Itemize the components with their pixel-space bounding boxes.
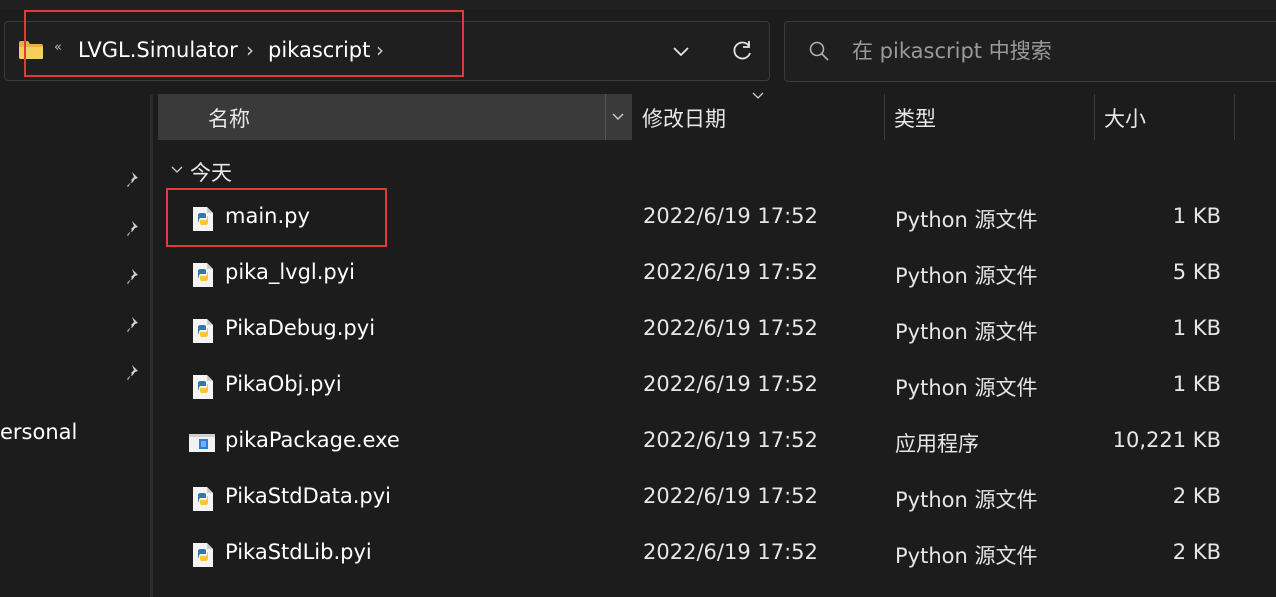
- python-file-icon: [193, 487, 213, 511]
- highlight-box: [166, 188, 387, 247]
- file-size: 1 KB: [1172, 204, 1221, 228]
- chevron-down-icon[interactable]: [668, 38, 694, 64]
- python-file-icon: [193, 263, 213, 287]
- chevron-down-icon[interactable]: [610, 108, 626, 124]
- column-divider[interactable]: [884, 94, 885, 140]
- pin-icon[interactable]: [124, 170, 144, 190]
- column-header-size[interactable]: 大小: [1104, 103, 1146, 133]
- column-divider[interactable]: [1094, 94, 1095, 140]
- file-name[interactable]: PikaStdData.pyi: [225, 484, 391, 508]
- file-row[interactable]: PikaDebug.pyi 2022/6/19 17:52 Python 源文件…: [158, 302, 1234, 358]
- file-type: Python 源文件: [895, 544, 1038, 568]
- file-name[interactable]: PikaDebug.pyi: [225, 316, 375, 340]
- pin-icon[interactable]: [124, 315, 144, 335]
- pin-icon[interactable]: [124, 219, 144, 239]
- file-size: 2 KB: [1172, 540, 1221, 564]
- column-divider[interactable]: [1234, 94, 1235, 140]
- pin-icon[interactable]: [124, 363, 144, 383]
- file-size: 2 KB: [1172, 484, 1221, 508]
- file-name[interactable]: PikaObj.pyi: [225, 372, 342, 396]
- exe-file-icon: [189, 434, 215, 452]
- sort-descending-icon: [752, 92, 764, 99]
- file-date: 2022/6/19 17:52: [643, 204, 818, 228]
- file-date: 2022/6/19 17:52: [643, 540, 818, 564]
- refresh-icon[interactable]: [728, 37, 756, 65]
- search-icon[interactable]: [808, 40, 830, 62]
- group-header-today[interactable]: 今天: [190, 157, 232, 187]
- file-size: 5 KB: [1172, 260, 1221, 284]
- file-name[interactable]: pika_lvgl.pyi: [225, 260, 355, 284]
- file-name[interactable]: PikaStdLib.pyi: [225, 540, 372, 564]
- file-type: Python 源文件: [895, 208, 1038, 232]
- file-row[interactable]: pikaPackage.exe 2022/6/19 17:52 应用程序 10,…: [158, 414, 1234, 470]
- python-file-icon: [193, 375, 213, 399]
- file-type: Python 源文件: [895, 264, 1038, 288]
- file-size: 1 KB: [1172, 316, 1221, 340]
- file-date: 2022/6/19 17:52: [643, 316, 818, 340]
- file-row[interactable]: PikaStdData.pyi 2022/6/19 17:52 Python 源…: [158, 470, 1234, 526]
- file-date: 2022/6/19 17:52: [643, 260, 818, 284]
- column-divider[interactable]: [605, 94, 606, 140]
- file-size: 1 KB: [1172, 372, 1221, 396]
- column-header-date[interactable]: 修改日期: [642, 103, 726, 133]
- column-header-type[interactable]: 类型: [894, 103, 936, 133]
- chevron-down-icon[interactable]: [170, 162, 184, 176]
- file-type: Python 源文件: [895, 488, 1038, 512]
- nav-item-personal[interactable]: ersonal: [0, 420, 77, 444]
- file-row[interactable]: PikaStdLib.pyi 2022/6/19 17:52 Python 源文…: [158, 526, 1234, 582]
- pane-divider[interactable]: [150, 94, 153, 597]
- file-type: Python 源文件: [895, 320, 1038, 344]
- column-header-name-label[interactable]: 名称: [208, 103, 250, 133]
- file-date: 2022/6/19 17:52: [643, 428, 818, 452]
- file-row[interactable]: PikaObj.pyi 2022/6/19 17:52 Python 源文件 1…: [158, 358, 1234, 414]
- file-size: 10,221 KB: [1112, 428, 1221, 452]
- file-type: Python 源文件: [895, 376, 1038, 400]
- file-row[interactable]: pika_lvgl.pyi 2022/6/19 17:52 Python 源文件…: [158, 246, 1234, 302]
- file-date: 2022/6/19 17:52: [643, 484, 818, 508]
- pin-icon[interactable]: [124, 267, 144, 287]
- file-type: 应用程序: [895, 432, 979, 456]
- python-file-icon: [193, 319, 213, 343]
- search-input[interactable]: [852, 36, 1252, 66]
- title-bar-strip: [0, 0, 1276, 10]
- file-name[interactable]: pikaPackage.exe: [225, 428, 400, 452]
- file-date: 2022/6/19 17:52: [643, 372, 818, 396]
- highlight-box: [24, 10, 464, 77]
- python-file-icon: [193, 543, 213, 567]
